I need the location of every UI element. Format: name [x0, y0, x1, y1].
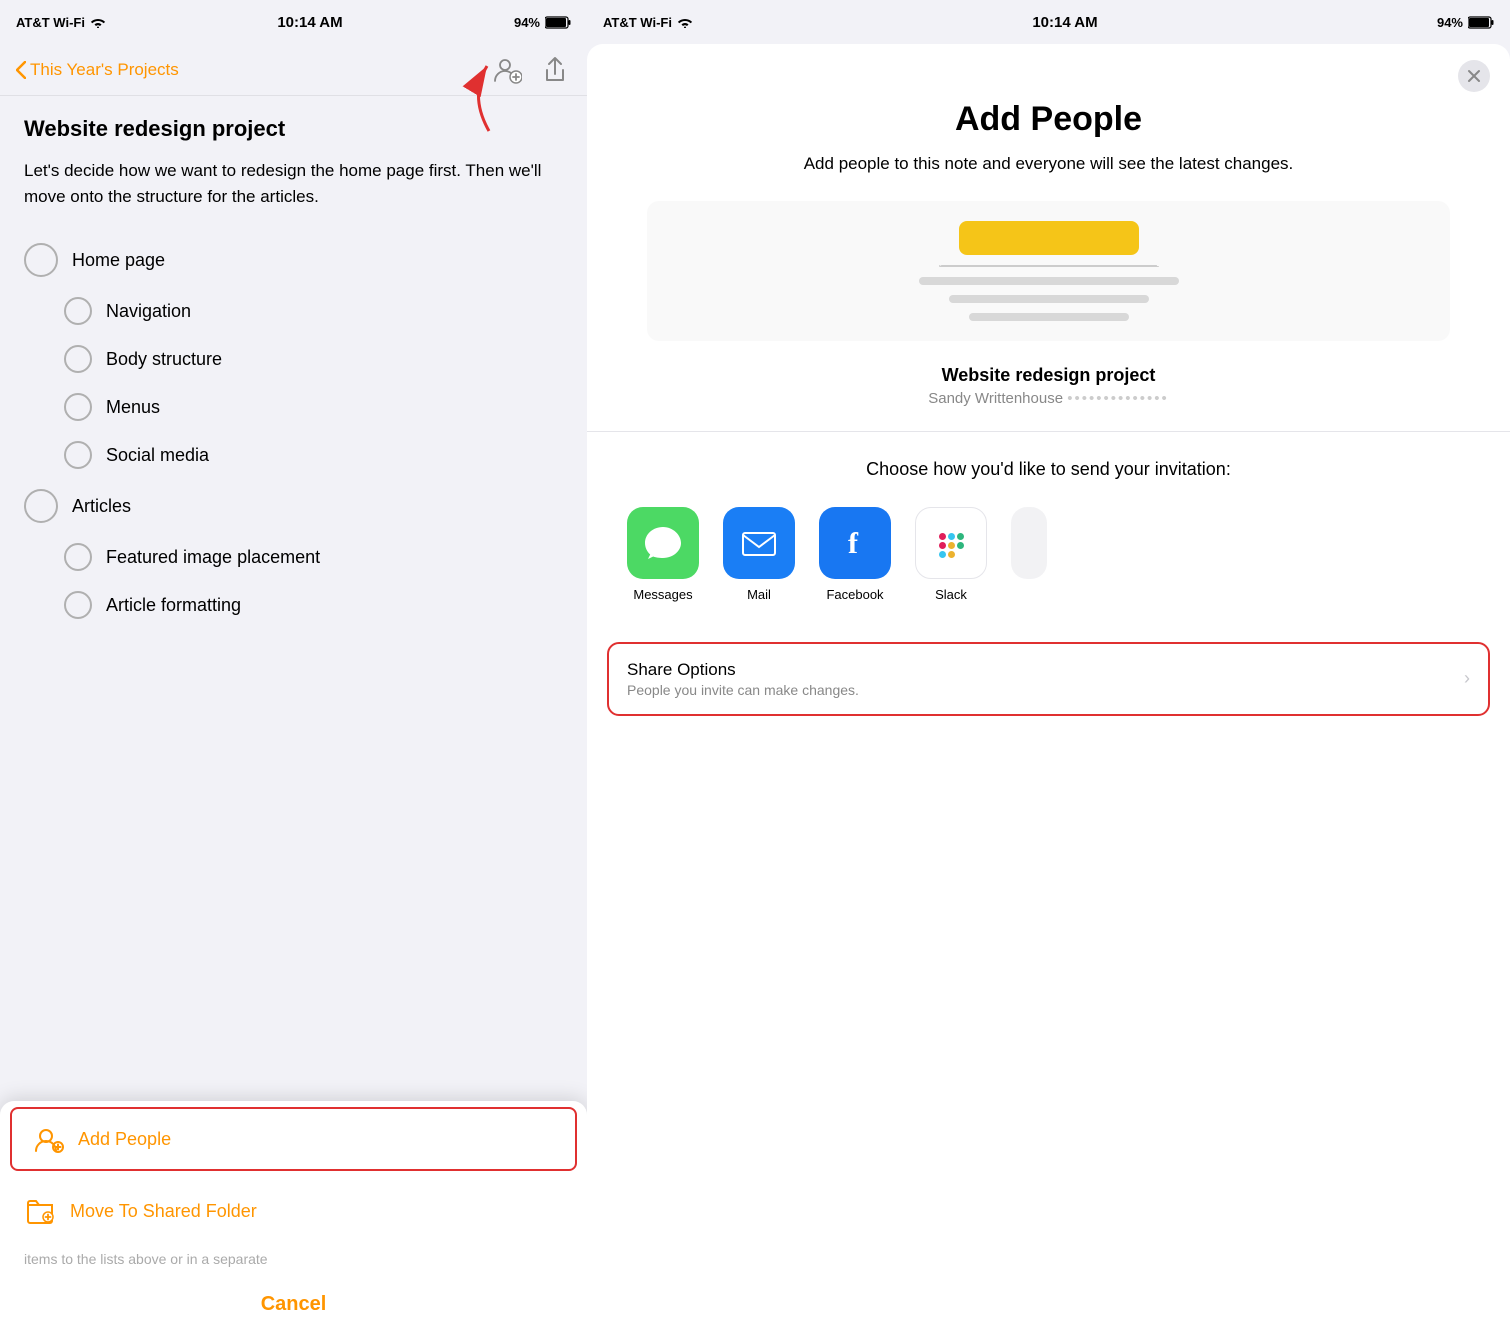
checklist-item-article-formatting[interactable]: Article formatting	[24, 581, 563, 629]
preview-line-2	[949, 295, 1149, 303]
share-options-row[interactable]: Share Options People you invite can make…	[607, 642, 1490, 716]
checklist-item-navigation[interactable]: Navigation	[24, 287, 563, 335]
add-people-sheet: Add People Add people to this note and e…	[587, 44, 1510, 1334]
right-panel: AT&T Wi-Fi 10:14 AM 94%	[587, 0, 1510, 1334]
battery-text-left: 94%	[514, 15, 540, 30]
invite-label: Choose how you'd like to send your invit…	[627, 456, 1470, 483]
slack-app-icon	[915, 507, 987, 579]
checklist-label-body-structure: Body structure	[106, 349, 222, 370]
svg-text:f: f	[848, 527, 859, 560]
facebook-label: Facebook	[826, 587, 883, 602]
messages-icon	[641, 521, 685, 565]
sheet-header	[587, 44, 1510, 100]
close-button[interactable]	[1458, 60, 1490, 92]
time-left: 10:14 AM	[277, 14, 342, 31]
facebook-app-item[interactable]: f Facebook	[819, 507, 891, 602]
more-apps-icon	[1011, 507, 1047, 579]
checklist-label-articles: Articles	[72, 496, 131, 517]
chevron-right-icon: ›	[1464, 668, 1470, 689]
red-arrow-annotation	[459, 56, 519, 136]
checklist-label-menus: Menus	[106, 397, 160, 418]
time-right: 10:14 AM	[1032, 14, 1097, 31]
move-folder-label: Move To Shared Folder	[70, 1201, 257, 1222]
wifi-icon-right	[677, 16, 693, 28]
mail-icon	[737, 521, 781, 565]
preview-yellow-bar	[959, 221, 1139, 255]
checklist-item-social-media[interactable]: Social media	[24, 431, 563, 479]
carrier-text-right: AT&T Wi-Fi	[603, 15, 672, 30]
back-button[interactable]: This Year's Projects	[16, 60, 179, 80]
preview-line-3	[969, 313, 1129, 321]
left-panel: AT&T Wi-Fi 10:14 AM 94% This Year's Proj…	[0, 0, 587, 1334]
checkbox-home-page[interactable]	[24, 243, 58, 277]
checklist-label-featured-image: Featured image placement	[106, 547, 320, 568]
cancel-button[interactable]: Cancel	[0, 1275, 587, 1334]
checklist-item-featured-image[interactable]: Featured image placement	[24, 533, 563, 581]
sheet-subtitle: Add people to this note and everyone wil…	[587, 151, 1510, 201]
checklist-item-articles[interactable]: Articles	[24, 479, 563, 533]
checkbox-social-media[interactable]	[64, 441, 92, 469]
facebook-app-icon: f	[819, 507, 891, 579]
checklist: Home page Navigation Body structure Menu…	[24, 233, 563, 629]
slack-icon	[930, 522, 972, 564]
close-icon	[1467, 69, 1481, 83]
sheet-title: Add People	[587, 100, 1510, 151]
share-options-text: Share Options People you invite can make…	[627, 660, 1464, 698]
mail-app-icon	[723, 507, 795, 579]
checkbox-featured-image[interactable]	[64, 543, 92, 571]
note-body: Let's decide how we want to redesign the…	[24, 158, 563, 209]
add-people-icon	[32, 1123, 64, 1155]
app-icons-row: Messages Mail f	[627, 507, 1470, 622]
note-preview-graphic	[647, 201, 1450, 341]
more-apps-item[interactable]	[1011, 507, 1047, 579]
share-options-title: Share Options	[627, 660, 1464, 680]
battery-icon-right	[1468, 16, 1494, 29]
slack-app-item[interactable]: Slack	[915, 507, 987, 602]
checkbox-menus[interactable]	[64, 393, 92, 421]
checklist-item-body-structure[interactable]: Body structure	[24, 335, 563, 383]
share-button[interactable]	[539, 54, 571, 86]
checkbox-navigation[interactable]	[64, 297, 92, 325]
checkbox-articles[interactable]	[24, 489, 58, 523]
checklist-label-article-formatting: Article formatting	[106, 595, 241, 616]
faded-text: items to the lists above or in a separat…	[0, 1245, 587, 1275]
status-bar-right: AT&T Wi-Fi 10:14 AM 94%	[587, 0, 1510, 44]
owner-dots: ••••••••••••••	[1067, 390, 1169, 407]
wifi-icon	[90, 16, 106, 28]
carrier-text: AT&T Wi-Fi	[16, 15, 85, 30]
slack-label: Slack	[935, 587, 967, 602]
back-label: This Year's Projects	[30, 60, 179, 80]
share-icon	[543, 56, 567, 84]
messages-app-icon	[627, 507, 699, 579]
facebook-icon: f	[833, 521, 877, 565]
checklist-label-social-media: Social media	[106, 445, 209, 466]
status-bar-left: AT&T Wi-Fi 10:14 AM 94%	[0, 0, 587, 44]
mail-label: Mail	[747, 587, 771, 602]
invite-section: Choose how you'd like to send your invit…	[587, 432, 1510, 642]
checklist-item-home-page[interactable]: Home page	[24, 233, 563, 287]
messages-label: Messages	[633, 587, 692, 602]
note-info: Website redesign project Sandy Writtenho…	[587, 365, 1510, 407]
note-info-title: Website redesign project	[627, 365, 1470, 386]
checkbox-article-formatting[interactable]	[64, 591, 92, 619]
checklist-label-home-page: Home page	[72, 250, 165, 271]
checklist-label-navigation: Navigation	[106, 301, 191, 322]
preview-line-1	[919, 277, 1179, 285]
checklist-item-menus[interactable]: Menus	[24, 383, 563, 431]
share-options-sub: People you invite can make changes.	[627, 682, 1464, 698]
checkbox-body-structure[interactable]	[64, 345, 92, 373]
preview-dashed-line	[939, 265, 1159, 267]
chevron-left-icon	[16, 61, 26, 79]
action-sheet: Add People Move To Shared Folder items t…	[0, 1101, 587, 1334]
add-people-action[interactable]: Add People	[10, 1107, 577, 1171]
move-to-folder-action[interactable]: Move To Shared Folder	[0, 1177, 587, 1245]
note-info-owner: Sandy Writtenhouse ••••••••••••••	[627, 390, 1470, 407]
battery-text-right: 94%	[1437, 15, 1463, 30]
cancel-label: Cancel	[261, 1293, 327, 1316]
move-folder-icon	[24, 1195, 56, 1227]
mail-app-item[interactable]: Mail	[723, 507, 795, 602]
add-people-label: Add People	[78, 1129, 171, 1150]
battery-icon-left	[545, 16, 571, 29]
messages-app-item[interactable]: Messages	[627, 507, 699, 602]
